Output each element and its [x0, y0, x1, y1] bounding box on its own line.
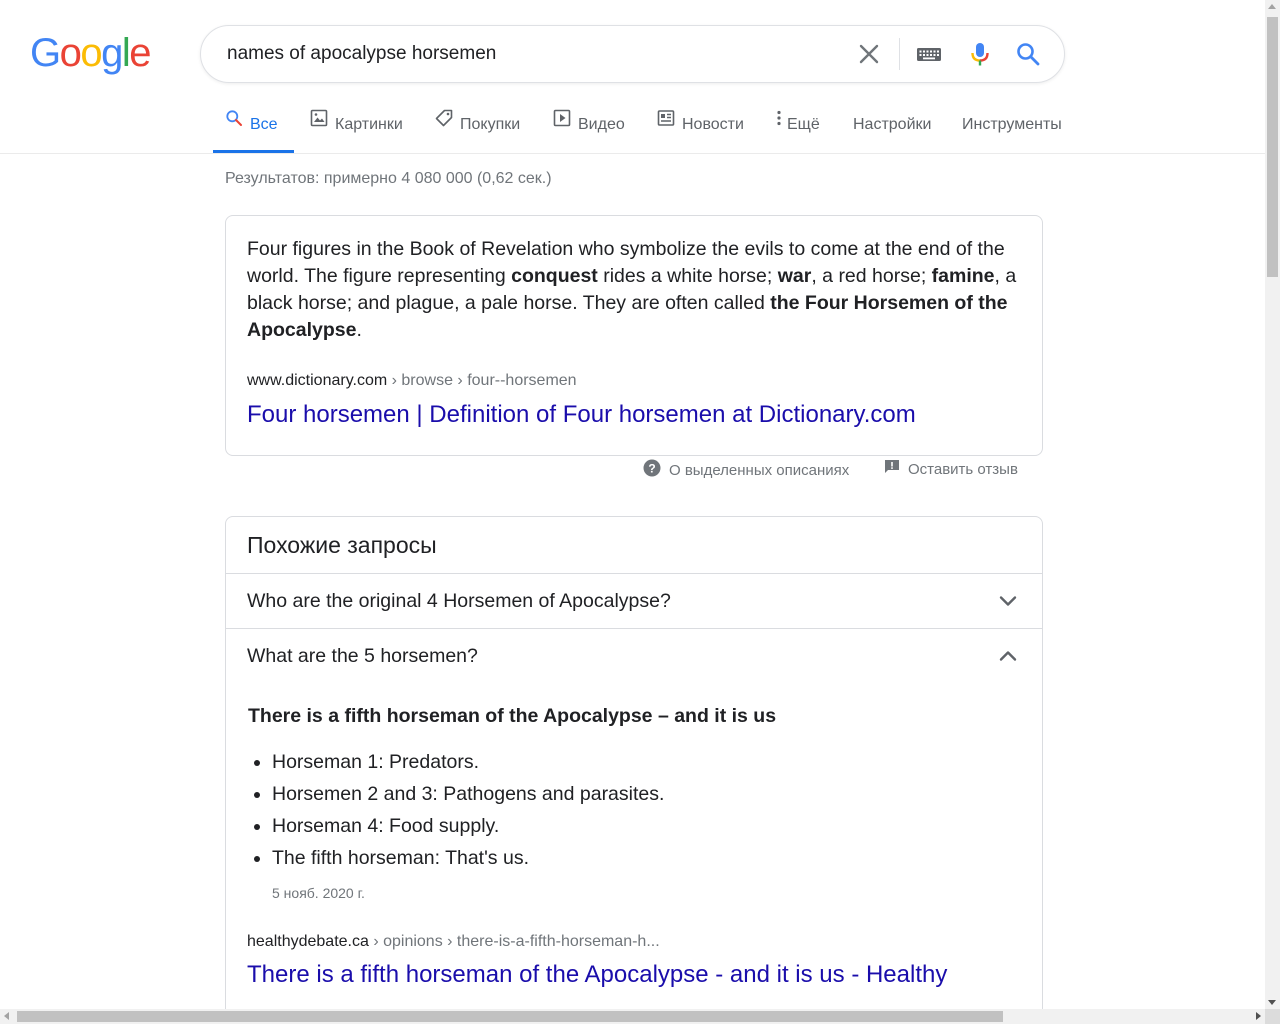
chevron-up-icon [998, 646, 1018, 666]
snippet-bold-text: war [777, 265, 812, 287]
logo-letter: o [59, 31, 82, 75]
logo-letter: G [30, 31, 61, 75]
svg-text:?: ? [648, 462, 655, 476]
snippet-bold-text: famine [931, 265, 995, 287]
tab-label: Все [250, 116, 278, 134]
tab-label: Настройки [853, 116, 932, 133]
tab-images[interactable]: Картинки [310, 100, 403, 154]
question-text: Who are the original 4 Horsemen of Apoca… [247, 590, 671, 612]
search-box-divider [899, 38, 900, 70]
tab-label: Ещё [787, 116, 820, 134]
related-questions-title: Похожие запросы [247, 532, 437, 558]
snippet-text-run: , a red horse; [811, 265, 932, 287]
tab-label: Новости [682, 116, 744, 134]
answer-cite: healthydebate.ca › opinions › there-is-a… [247, 933, 660, 951]
tab-videos[interactable]: Видео [553, 100, 625, 154]
tab-settings[interactable]: Настройки [853, 100, 931, 154]
scroll-down-arrow[interactable] [1268, 1000, 1276, 1005]
feedback-icon [884, 459, 900, 479]
tab-more[interactable]: Ещё [776, 100, 820, 154]
snippet-text: Four figures in the Book of Revelation w… [247, 236, 1017, 344]
more-vert-icon [776, 98, 782, 148]
list-item: Horseman 4: Food supply. [272, 810, 664, 842]
cite-path: › browse › four--horsemen [387, 372, 577, 389]
keyboard-icon[interactable] [916, 41, 942, 67]
snippet-bold-text: conquest [511, 265, 598, 287]
list-item: The fifth horseman: That's us. [272, 842, 664, 874]
tab-label: Видео [578, 116, 625, 134]
featured-snippet: Four figures in the Book of Revelation w… [225, 215, 1043, 456]
cite-domain: healthydebate.ca [247, 933, 369, 950]
related-question[interactable]: What are the 5 horsemen? [226, 628, 1042, 683]
microphone-icon[interactable] [967, 41, 993, 67]
google-logo[interactable]: Google [30, 31, 151, 75]
header-divider [0, 153, 1265, 154]
logo-letter: o [80, 31, 102, 75]
tab-tools[interactable]: Инструменты [962, 100, 1062, 154]
tab-all[interactable]: Все [225, 100, 278, 154]
chevron-down-icon [998, 591, 1018, 611]
help-icon: ? [643, 459, 661, 481]
answer-result-link[interactable]: There is a fifth horseman of the Apocaly… [247, 961, 947, 989]
news-icon [657, 98, 675, 148]
list-item: Horseman 1: Predators. [272, 746, 664, 778]
horizontal-scrollbar[interactable] [0, 1009, 1265, 1024]
list-item: Horsemen 2 and 3: Pathogens and parasite… [272, 778, 664, 810]
logo-letter: e [129, 31, 151, 75]
tab-label: Инструменты [962, 116, 1062, 133]
result-stats: Результатов: примерно 4 080 000 (0,62 се… [225, 170, 552, 187]
about-featured-snippets-link[interactable]: ? О выделенных описаниях [643, 459, 850, 482]
scrollbar-thumb[interactable] [1267, 17, 1278, 277]
close-icon[interactable] [856, 41, 882, 67]
snippet-text-run: rides a white horse; [597, 265, 778, 287]
related-questions: Похожие запросы Who are the original 4 H… [225, 516, 1043, 1024]
scrollbar-thumb[interactable] [17, 1011, 1003, 1022]
search-icon [225, 98, 243, 148]
tag-icon [435, 98, 453, 148]
snippet-text-run: . [356, 319, 362, 341]
scroll-right-arrow[interactable] [1256, 1012, 1261, 1020]
search-box [200, 25, 1065, 83]
tab-label: Покупки [460, 116, 521, 134]
tab-news[interactable]: Новости [657, 100, 744, 154]
image-icon [310, 98, 328, 148]
play-icon [553, 98, 571, 148]
search-icon[interactable] [1015, 41, 1041, 67]
search-input[interactable] [227, 26, 827, 82]
related-question[interactable]: Who are the original 4 Horsemen of Apoca… [226, 573, 1042, 628]
tab-shopping[interactable]: Покупки [435, 100, 520, 154]
answer-list: Horseman 1: Predators. Horsemen 2 and 3:… [248, 746, 664, 874]
logo-letter: l [121, 31, 131, 75]
logo-letter: g [101, 31, 123, 75]
vertical-scrollbar[interactable] [1265, 0, 1280, 1009]
leave-feedback-link[interactable]: Оставить отзыв [884, 460, 1018, 480]
snippet-cite: www.dictionary.com › browse › four--hors… [247, 372, 577, 390]
snippet-result-link[interactable]: Four horsemen | Definition of Four horse… [247, 401, 916, 429]
scroll-up-arrow[interactable] [1268, 4, 1276, 9]
question-text: What are the 5 horsemen? [247, 645, 478, 667]
scrollbar-corner [1265, 1009, 1280, 1024]
cite-path: › opinions › there-is-a-fifth-horseman-h… [368, 933, 660, 950]
scroll-left-arrow[interactable] [4, 1012, 9, 1020]
feedback-label: Оставить отзыв [908, 460, 1018, 478]
answer-heading: There is a fifth horseman of the Apocaly… [248, 705, 777, 727]
tab-label: Картинки [335, 116, 403, 134]
about-label: О выделенных описаниях [669, 461, 850, 479]
search-results-page: Google names of apocalypse horsemen Все … [0, 0, 1280, 1024]
answer-date: 5 нояб. 2020 г. [272, 885, 365, 901]
cite-domain: www.dictionary.com [247, 372, 388, 389]
